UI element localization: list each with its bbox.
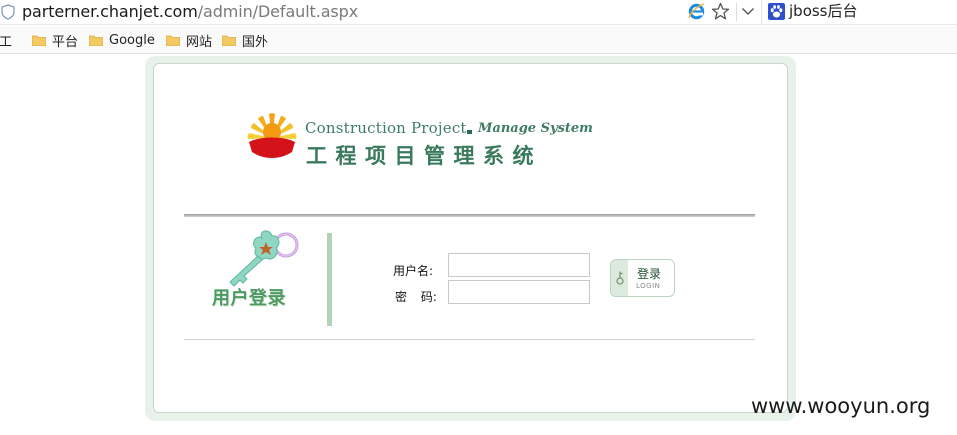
bookmark-label: 国外 [242,34,269,50]
logo-chinese-title: 工程项目管理系统 [306,143,542,168]
url-field[interactable]: parterner.chanjet.com/admin/Default.aspx [22,2,358,22]
divider [184,214,755,217]
bookmark-label: 平台 [52,34,79,50]
divider [327,233,332,326]
bookmark-label: 网站 [186,34,213,50]
folder-icon [89,35,103,46]
login-button-label: 登录 [637,267,662,281]
password-label: 密 码: [395,290,437,304]
key-icon [229,230,299,287]
bookmark-label: 社工 [0,34,13,50]
watermark: www.wooyun.org [751,394,931,418]
address-bar: parterner.chanjet.com/admin/Default.aspx… [0,0,957,25]
logo-english-title: Construction Project [305,119,467,137]
petrochina-logo-icon [247,113,297,158]
folder-icon [166,35,180,46]
login-button-sublabel: LOGIN [636,282,661,290]
ie-icon[interactable] [688,3,705,20]
logo-english-subtitle: Manage System [478,121,593,136]
star-icon[interactable] [711,2,730,21]
folder-icon [222,35,236,46]
url-host: parterner.chanjet.com [22,2,198,21]
bookmark-item[interactable]: Google [89,31,155,49]
divider [761,0,762,24]
username-input[interactable] [448,253,590,277]
bookmark-item[interactable]: 社工 [0,31,13,50]
url-path: /admin/Default.aspx [197,2,359,21]
jboss-extension-label[interactable]: jboss后台 [789,2,858,21]
bookmark-item[interactable]: 国外 [222,31,269,50]
shield-icon[interactable] [1,4,15,20]
login-title: 用户登录 [212,288,286,309]
bookmark-item[interactable]: 网站 [166,31,213,50]
divider [184,339,755,340]
paw-icon[interactable] [768,3,785,20]
password-input[interactable] [448,280,590,304]
bookmark-item[interactable]: 平台 [32,31,79,50]
folder-icon [32,35,46,46]
username-label: 用户名: [393,264,434,278]
key-small-icon [616,271,624,285]
logo-dot [467,130,472,134]
chevron-down-icon[interactable] [741,5,755,17]
bookmarks-bar: 社工 平台 Google 网站 国外 [0,26,957,54]
bookmark-label: Google [109,32,155,48]
login-button[interactable]: 登录 LOGIN [610,259,675,297]
divider [736,3,737,21]
